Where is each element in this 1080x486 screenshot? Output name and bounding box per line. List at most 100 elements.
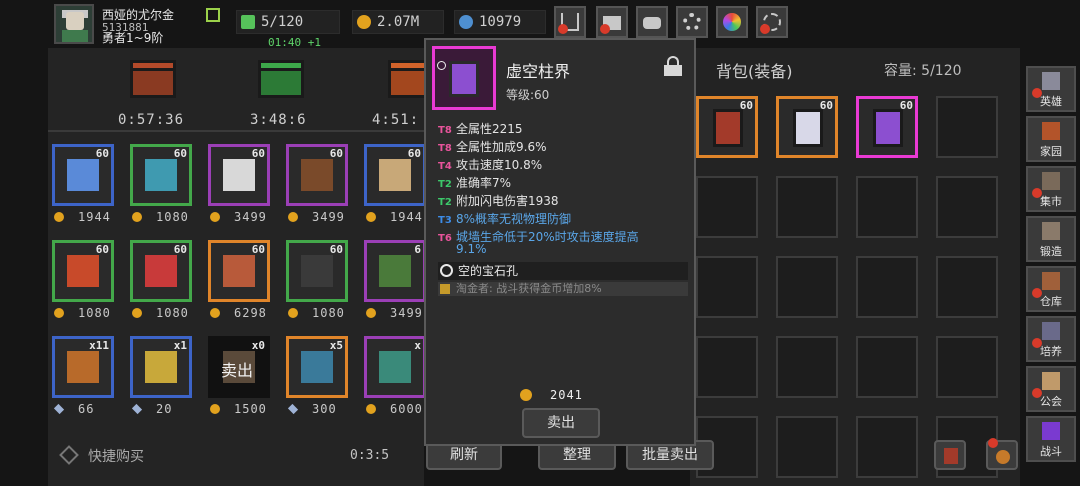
bag-capacity: 容量: 5/120 bbox=[884, 63, 962, 79]
menu-4[interactable]: 仓库 bbox=[1026, 266, 1076, 312]
coin-icon bbox=[366, 404, 376, 414]
item-level-badge: 60 bbox=[251, 147, 265, 160]
bag-slot[interactable] bbox=[776, 176, 838, 238]
jade-chest[interactable] bbox=[254, 56, 308, 100]
gem-icon bbox=[459, 15, 473, 29]
color-wheel-icon bbox=[723, 13, 741, 31]
shop-item-slot[interactable]: x5 bbox=[286, 336, 348, 398]
market-icon bbox=[1042, 172, 1060, 190]
pouch-button[interactable] bbox=[986, 438, 1018, 470]
bag-slot[interactable] bbox=[696, 256, 758, 318]
tier-badge: T8 bbox=[438, 143, 452, 154]
shop-item-slot[interactable]: 60 bbox=[52, 240, 114, 302]
bag-slot[interactable] bbox=[856, 176, 918, 238]
guild-icon bbox=[1042, 372, 1060, 390]
shop-item-slot[interactable]: x0 卖出 bbox=[208, 336, 270, 398]
diamond-icon bbox=[287, 403, 299, 415]
item-level-badge: 60 bbox=[329, 243, 343, 256]
menu-label: 公会 bbox=[1040, 395, 1062, 408]
shop-item-slot[interactable]: 6 bbox=[364, 240, 426, 302]
menu-label: 英雄 bbox=[1040, 95, 1062, 108]
menu-6[interactable]: 公会 bbox=[1026, 366, 1076, 412]
bag-slot[interactable] bbox=[936, 96, 998, 158]
shop-item-slot[interactable]: 60 bbox=[130, 240, 192, 302]
item-level-badge: 60 bbox=[407, 147, 421, 160]
menu-0[interactable]: 英雄 bbox=[1026, 66, 1076, 112]
sell-button[interactable]: 卖出 bbox=[522, 408, 600, 438]
sold-label: 卖出 bbox=[221, 361, 254, 380]
item-level-badge: 6 bbox=[414, 243, 421, 256]
coin-icon bbox=[210, 308, 220, 318]
item-level-badge: 60 bbox=[95, 147, 109, 160]
quick-buy-label[interactable]: 快捷购买 bbox=[88, 446, 144, 466]
attribute-row: T2 附加闪电伤害1938 bbox=[438, 194, 559, 208]
gamepad-button[interactable] bbox=[636, 6, 668, 38]
helmet-icon bbox=[1042, 72, 1060, 90]
shop-item-slot[interactable]: x1 bbox=[130, 336, 192, 398]
chest-icon bbox=[379, 351, 411, 383]
bag-slot[interactable] bbox=[936, 336, 998, 398]
coin-icon bbox=[520, 389, 532, 401]
bag-slot[interactable] bbox=[696, 336, 758, 398]
color-wheel-button[interactable] bbox=[716, 6, 748, 38]
menu-3[interactable]: 锻造 bbox=[1026, 216, 1076, 262]
bow-icon bbox=[301, 159, 333, 191]
shop-item-slot[interactable]: 60 bbox=[286, 144, 348, 206]
item-price: 1080 bbox=[132, 210, 189, 224]
shop-item-slot[interactable]: 60 bbox=[364, 144, 426, 206]
attribute-row: T3 8%概率无视物理防御 bbox=[438, 212, 572, 226]
item-level-badge: x0 bbox=[251, 339, 265, 352]
bag-slot[interactable] bbox=[936, 176, 998, 238]
bag-slot[interactable]: 60 bbox=[856, 96, 918, 158]
pants-icon bbox=[301, 255, 333, 287]
bag-slot[interactable]: 60 bbox=[776, 96, 838, 158]
checkbox-icon[interactable] bbox=[59, 445, 79, 465]
bag-slot[interactable] bbox=[856, 416, 918, 478]
menu-2[interactable]: 集市 bbox=[1026, 166, 1076, 212]
bag-slot[interactable] bbox=[856, 256, 918, 318]
bag-slot[interactable] bbox=[936, 256, 998, 318]
refresh-timer: 0:3:5 bbox=[350, 448, 390, 463]
pouch-icon bbox=[996, 450, 1010, 464]
bag-slot[interactable]: 60 bbox=[696, 96, 758, 158]
bag-slot[interactable] bbox=[776, 416, 838, 478]
shop-item-slot[interactable]: 60 bbox=[208, 144, 270, 206]
item-price: 1080 bbox=[132, 306, 189, 320]
item-level: 等级:60 bbox=[506, 88, 550, 102]
shop-cart-button[interactable] bbox=[554, 6, 586, 38]
bag-slot[interactable] bbox=[696, 176, 758, 238]
player-avatar[interactable] bbox=[54, 4, 94, 44]
mail-button[interactable] bbox=[596, 6, 628, 38]
shop-item-slot[interactable]: x bbox=[364, 336, 426, 398]
menu-label: 仓库 bbox=[1040, 295, 1062, 308]
menu-1[interactable]: 家园 bbox=[1026, 116, 1076, 162]
menu-5[interactable]: 培养 bbox=[1026, 316, 1076, 362]
armor-filter-button[interactable] bbox=[934, 440, 966, 470]
shop-item-slot[interactable]: 60 bbox=[286, 240, 348, 302]
shop-item-slot[interactable]: 60 bbox=[130, 144, 192, 206]
settings-button[interactable] bbox=[676, 6, 708, 38]
bag-slot[interactable] bbox=[776, 336, 838, 398]
coin-icon bbox=[288, 212, 298, 222]
shop-item-slot[interactable]: 60 bbox=[52, 144, 114, 206]
wooden-chest[interactable] bbox=[126, 56, 180, 100]
orange-chest[interactable] bbox=[384, 56, 424, 100]
menu-7[interactable]: 战斗 bbox=[1026, 416, 1076, 462]
shop-item-slot[interactable]: x11 bbox=[52, 336, 114, 398]
menu-label: 战斗 bbox=[1040, 445, 1062, 458]
bag-slot[interactable] bbox=[776, 256, 838, 318]
set-icon bbox=[440, 284, 450, 294]
coin-icon bbox=[357, 15, 371, 29]
shop-item-slot[interactable]: 60 bbox=[208, 240, 270, 302]
firework-button[interactable] bbox=[756, 6, 788, 38]
unlock-icon[interactable] bbox=[664, 56, 682, 76]
armor-icon bbox=[793, 109, 823, 147]
edit-name-icon[interactable] bbox=[206, 8, 220, 22]
boots-icon bbox=[379, 255, 411, 287]
item-icon bbox=[432, 46, 496, 110]
bag-slot[interactable] bbox=[856, 336, 918, 398]
gem-socket: 空的宝石孔 bbox=[438, 262, 688, 280]
item-price: 1944 bbox=[54, 210, 111, 224]
diamond-icon bbox=[53, 403, 65, 415]
item-price: 6000 bbox=[366, 402, 423, 416]
